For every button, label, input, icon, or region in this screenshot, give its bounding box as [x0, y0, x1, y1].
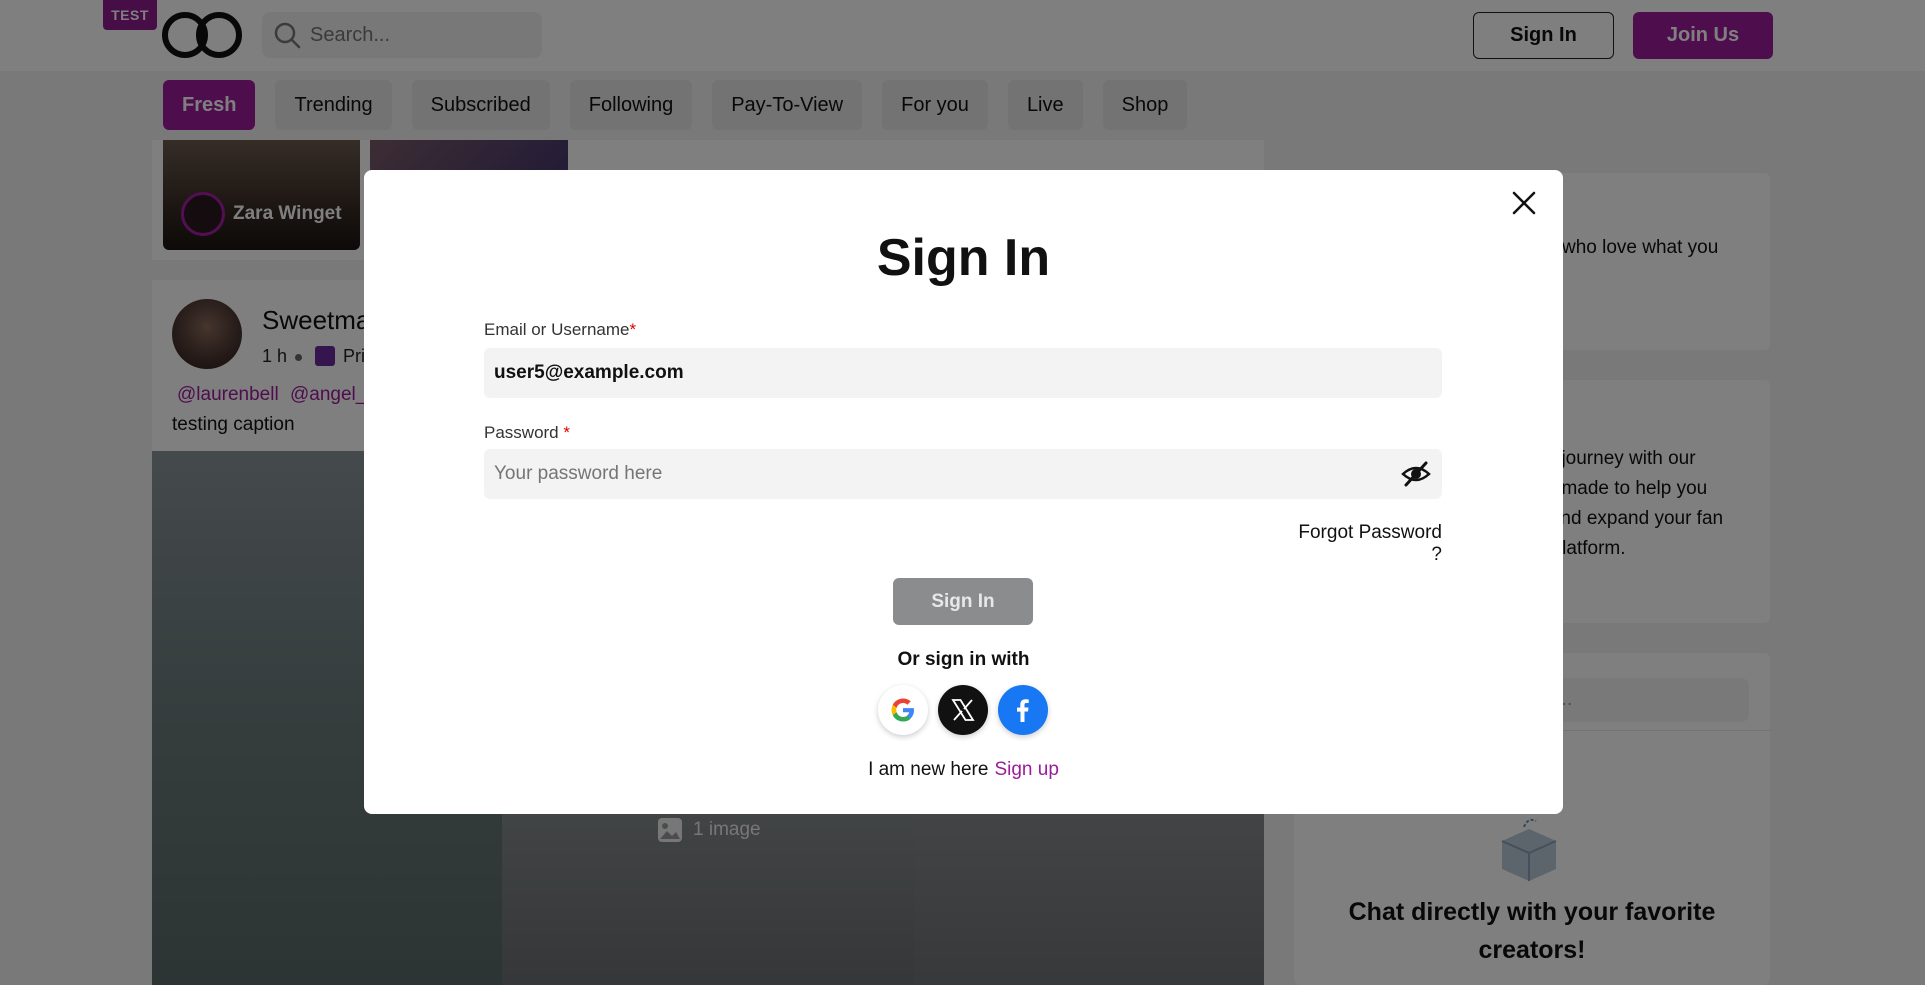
- eye-slash-icon[interactable]: [1401, 460, 1431, 488]
- sign-in-submit-button[interactable]: Sign In: [893, 578, 1033, 625]
- signup-prompt: I am new here Sign up: [364, 759, 1563, 781]
- x-logo-icon: [951, 699, 975, 721]
- modal-title: Sign In: [876, 229, 1051, 287]
- google-sign-in-button[interactable]: [878, 685, 928, 735]
- required-mark: *: [629, 320, 637, 339]
- x-sign-in-button[interactable]: [938, 685, 988, 735]
- or-sign-in-with-label: Or sign in with: [897, 649, 1030, 670]
- email-label: Email or Username*: [484, 320, 636, 340]
- sign-in-modal: Sign In Email or Username* Password * Fo…: [364, 170, 1563, 814]
- password-label: Password *: [484, 423, 570, 443]
- email-label-text: Email or Username: [484, 320, 630, 339]
- required-mark: *: [563, 423, 570, 442]
- close-icon[interactable]: [1510, 189, 1538, 217]
- password-label-text: Password: [484, 423, 559, 442]
- facebook-sign-in-button[interactable]: [998, 685, 1048, 735]
- facebook-icon: [1017, 699, 1029, 722]
- password-field[interactable]: [484, 449, 1442, 499]
- new-here-text: I am new here: [868, 759, 989, 780]
- sign-up-link[interactable]: Sign up: [994, 759, 1058, 780]
- google-icon: [891, 698, 914, 722]
- email-field[interactable]: [484, 348, 1442, 398]
- forgot-password-link[interactable]: Forgot Password ?: [1288, 522, 1442, 566]
